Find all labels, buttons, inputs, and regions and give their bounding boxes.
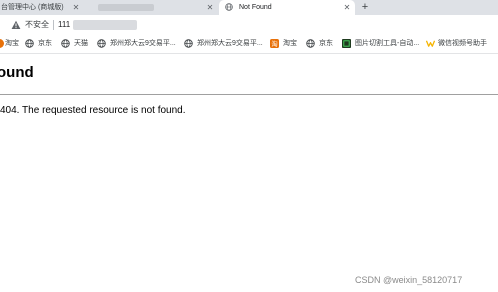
bookmark-label: 郑州郑大云9交易平... [197,40,263,47]
image-tool-icon [342,39,351,48]
divider [53,20,54,30]
bookmark-label: 淘宝 [283,40,297,47]
taobao-icon: 淘 [270,39,279,48]
watermark: CSDN @weixin_58120717 [355,275,463,285]
globe-icon [61,39,70,48]
globe-icon [184,39,193,48]
url-redacted [73,20,137,30]
globe-icon [25,39,34,48]
error-message: 404. The requested resource is not found… [0,105,186,116]
page-title: ound [0,64,34,81]
warning-icon[interactable] [11,20,21,30]
bookmark-label: 郑州郑大云9交易平... [110,40,176,47]
bookmark-label: 图片切割工具-自动... [355,40,420,47]
tab-label: Not Found [239,4,272,11]
address-bar[interactable]: 不安全 111 [0,15,498,35]
tab-label-redacted [98,4,154,11]
security-status-label[interactable]: 不安全 [25,15,49,35]
divider [0,94,498,95]
globe-icon [225,3,233,11]
tab-strip: 台管理中心 (商城版) ✕ ✕ Not Found ✕ + [0,0,498,15]
tab-blurred[interactable]: ✕ [83,0,219,15]
tab-admin-center[interactable]: 台管理中心 (商城版) ✕ [0,0,81,15]
bookmark-label: 京东 [319,40,333,47]
globe-icon [306,39,315,48]
bookmark-label: 京东 [38,40,52,47]
wechat-channels-icon [426,40,435,47]
tab-not-found[interactable]: Not Found ✕ [219,0,355,15]
tab-close-icon[interactable]: ✕ [71,0,81,15]
bookmark-label: 微信视频号助手 [438,40,487,47]
bookmarks-bar: 淘宝 京东 天猫 郑州郑大云9交易平... 郑州郑大云9交易平... 淘 淘宝 … [0,35,498,54]
tab-close-icon[interactable]: ✕ [342,0,352,15]
tab-label: 台管理中心 (商城版) [1,4,64,11]
bookmark-label: 淘宝 [5,40,19,47]
svg-text:淘: 淘 [271,39,277,48]
globe-icon [97,39,106,48]
bookmark-label: 天猫 [74,40,88,47]
url-text[interactable]: 111 [58,15,70,35]
taobao-icon [0,39,4,48]
tab-close-icon[interactable]: ✕ [205,0,215,15]
new-tab-button[interactable]: + [359,0,371,15]
